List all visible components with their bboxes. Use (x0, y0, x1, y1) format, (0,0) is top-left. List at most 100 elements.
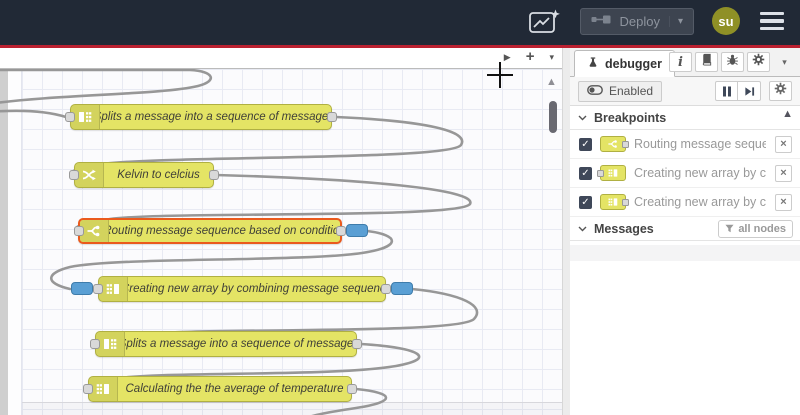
change-icon (75, 163, 104, 187)
node-mini-icon-join (597, 165, 626, 181)
remove-breakpoint-button[interactable]: × (775, 164, 792, 182)
node-input-port[interactable] (74, 226, 84, 236)
breakpoint-item: ✓ Creating new array by combini × (570, 188, 800, 217)
node-label: Creating new array by combining message … (128, 283, 385, 295)
tab-debugger-label: debugger (605, 56, 662, 71)
canvas-scroll-up-icon[interactable]: ▲ (546, 76, 557, 88)
config-tab-button[interactable] (747, 52, 770, 72)
tab-debugger[interactable]: debugger (574, 50, 675, 77)
messages-section-header[interactable]: Messages all nodes (570, 217, 800, 241)
breakpoint-checkbox[interactable]: ✓ (579, 137, 592, 151)
messages-empty-area (570, 245, 800, 261)
hamburger-icon (760, 12, 784, 16)
user-avatar[interactable]: su (712, 7, 740, 35)
sidebar-splitter[interactable] (562, 48, 570, 415)
node-label: Splits a message into a sequence of mess… (125, 338, 356, 350)
node-input-port[interactable] (69, 170, 79, 180)
breakpoint-item: ✓ Creating new array by combini × (570, 159, 800, 188)
tab-scroll-right-icon[interactable]: ▶ (504, 52, 511, 63)
deploy-label: Deploy (619, 13, 660, 29)
mini-port-output (622, 198, 629, 206)
sidebar-menu-caret-icon[interactable]: ▾ (773, 52, 796, 72)
message-filter-button[interactable]: all nodes (718, 219, 793, 238)
node-output-port[interactable] (327, 112, 337, 122)
toggle-icon (587, 84, 603, 98)
pause-button[interactable] (715, 81, 738, 101)
split-icon (96, 332, 125, 356)
flow-node-split2[interactable]: Splits a message into a sequence of mess… (90, 331, 362, 357)
flow-export-sparkle-icon[interactable] (528, 7, 562, 35)
breakpoint-checkbox[interactable]: ✓ (579, 166, 592, 180)
node-output-port[interactable] (347, 384, 357, 394)
debugger-settings-button[interactable] (769, 81, 792, 101)
node-label: Calculating the the average of temperatu… (125, 383, 344, 395)
deploy-caret-icon[interactable]: ▾ (668, 15, 683, 27)
book-icon (700, 53, 713, 71)
node-label: Kelvin to celcius (117, 169, 200, 181)
messages-title: Messages (594, 221, 654, 236)
flow-node-kelvin[interactable]: Kelvin to celcius (69, 162, 219, 188)
filter-funnel-icon (725, 224, 734, 233)
node-output-port[interactable] (209, 170, 219, 180)
split-icon (71, 105, 100, 129)
breakpoint-label: Routing message sequence ba (634, 137, 766, 151)
node-red-app: Deploy ▾ su Splits a message into a sequ… (0, 0, 800, 415)
breakpoint-label: Creating new array by combini (634, 195, 766, 209)
sidebar-scroll-up-icon[interactable]: ▲ (782, 108, 793, 120)
node-output-port[interactable] (336, 226, 346, 236)
node-output-port[interactable] (381, 284, 391, 294)
node-input-port[interactable] (93, 284, 103, 294)
gear-icon (752, 53, 765, 71)
node-input-port[interactable] (83, 384, 93, 394)
breakpoint-checkbox[interactable]: ✓ (579, 195, 592, 209)
node-label: Splits a message into a sequence of mess… (100, 111, 331, 123)
flow-node-switch[interactable]: Routing message sequence based on condit… (74, 218, 368, 244)
join-icon (99, 277, 128, 301)
flow-node-join1[interactable]: Creating new array by combining message … (71, 276, 413, 302)
pause-icon (722, 86, 731, 96)
flow-tab-bar[interactable]: ▶ + ▾ (0, 48, 562, 69)
bug-icon (726, 53, 739, 71)
breakpoints-section-header[interactable]: Breakpoints (570, 106, 800, 130)
deploy-nodes-icon (591, 13, 611, 29)
step-button[interactable] (738, 81, 761, 101)
gear-icon (774, 82, 787, 100)
help-tab-button[interactable] (695, 52, 718, 72)
breakpoint-marker-input[interactable] (71, 282, 93, 295)
canvas-scrollbar-thumb[interactable] (549, 101, 557, 133)
remove-breakpoint-button[interactable]: × (775, 193, 792, 211)
step-icon (744, 86, 754, 96)
breakpoint-marker-output[interactable] (391, 282, 413, 295)
breakpoint-label: Creating new array by combini (634, 166, 766, 180)
chevron-down-icon (578, 226, 587, 231)
flask-icon (587, 56, 599, 72)
debug-tab-button[interactable] (721, 52, 744, 72)
breakpoint-marker-output[interactable] (346, 224, 368, 237)
node-mini-icon-join (600, 194, 629, 210)
chevron-down-icon (578, 115, 587, 120)
node-input-port[interactable] (65, 112, 75, 122)
node-output-port[interactable] (352, 339, 362, 349)
mini-port-output (622, 140, 629, 148)
breakpoint-item: ✓ Routing message sequence ba × (570, 130, 800, 159)
flow-node-avg[interactable]: Calculating the the average of temperatu… (83, 376, 357, 402)
mini-port-input (597, 169, 604, 177)
node-input-port[interactable] (90, 339, 100, 349)
breakpoints-title: Breakpoints (594, 110, 667, 125)
crosshair-cursor (487, 62, 513, 88)
remove-breakpoint-button[interactable]: × (775, 135, 792, 153)
flow-node-split1[interactable]: Splits a message into a sequence of mess… (65, 104, 337, 130)
debugger-toolbar: Enabled (570, 77, 800, 106)
main-menu-button[interactable] (758, 8, 786, 34)
wire (0, 68, 212, 104)
join-icon (89, 377, 118, 401)
node-label: Routing message sequence based on condit… (109, 225, 340, 237)
info-tab-button[interactable]: i (669, 52, 692, 72)
deploy-button[interactable]: Deploy ▾ (579, 7, 694, 35)
wire (0, 109, 68, 119)
node-mini-icon-switch (600, 136, 629, 152)
flow-canvas[interactable]: Splits a message into a sequence of mess… (0, 48, 562, 415)
add-flow-button[interactable]: + (526, 49, 535, 64)
debugger-enabled-toggle[interactable]: Enabled (578, 80, 663, 102)
flow-list-caret-icon[interactable]: ▾ (549, 52, 554, 63)
